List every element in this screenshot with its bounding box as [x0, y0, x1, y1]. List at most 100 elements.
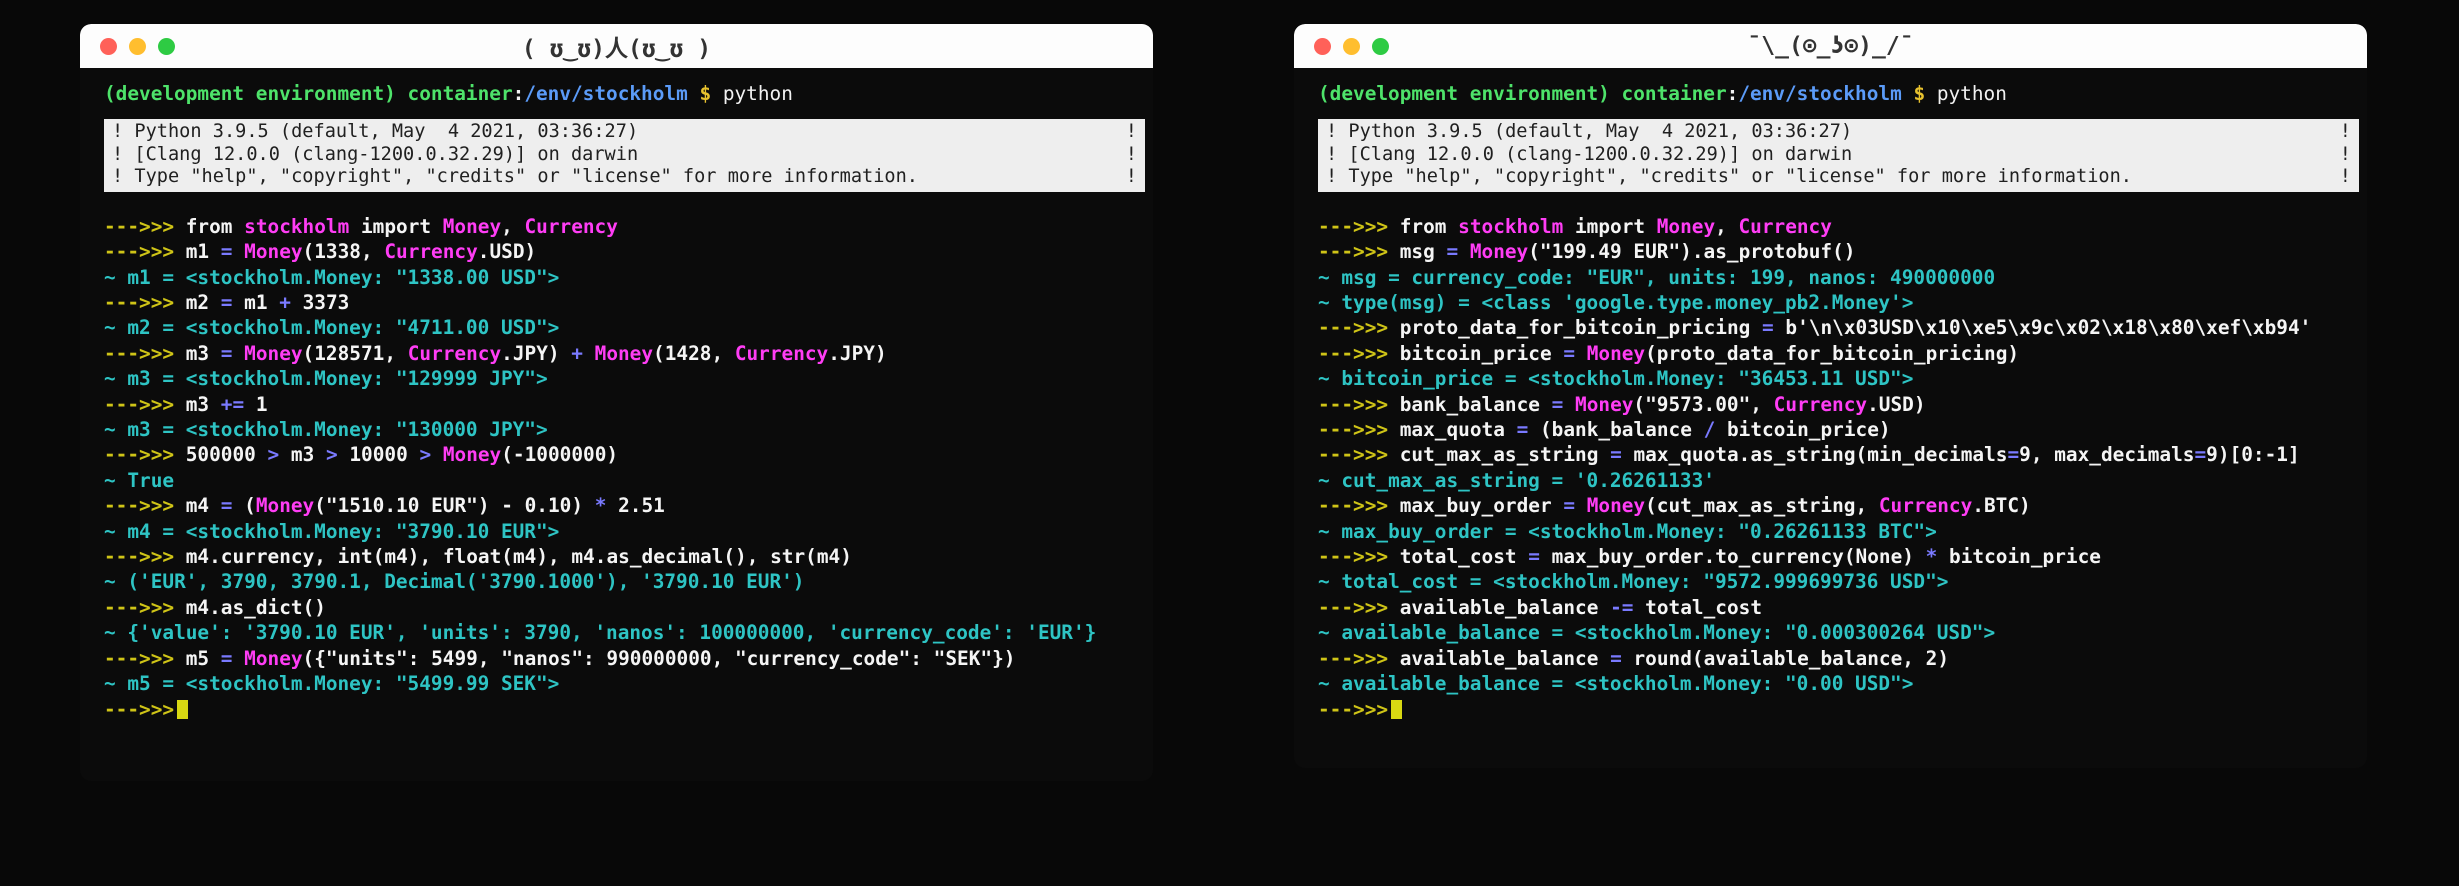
repl-input-line: --->>> available_balance = round(availab… [1318, 646, 1950, 670]
prompt-arrow: --->>> [1318, 443, 1389, 467]
terminal-screen-right[interactable]: (development environment) container:/env… [1294, 68, 2367, 768]
repl-input-line: --->>> max_buy_order = Money(cut_max_as_… [1318, 494, 2031, 518]
hostname-label: container [1621, 82, 1727, 105]
repl-output-line: ~ available_balance = <stockholm.Money: … [1318, 672, 1914, 696]
shell-prompt-line-left: (development environment) container:/env… [80, 81, 1153, 107]
text-cursor [177, 699, 189, 719]
output-tilde: ~ [1318, 570, 1330, 594]
repl-output-line: ~ ('EUR', 3790, 3790.1, Decimal('3790.10… [104, 570, 805, 594]
repl-cursor-line[interactable]: --->>> [1318, 697, 2367, 722]
repl-output-line: ~ max_buy_order = <stockholm.Money: "0.2… [1318, 519, 1937, 543]
output-tilde: ~ [1318, 367, 1330, 391]
repl-input-line: --->>> available_balance -= total_cost [1318, 595, 1763, 619]
banner-bang: ! [2339, 166, 2351, 188]
shell-command: python [722, 82, 793, 105]
banner-line: ! [Clang 12.0.0 (clang-1200.0.32.29)] on… [112, 143, 1137, 165]
prompt-arrow: --->>> [1318, 494, 1389, 518]
cwd-path: /env/stockholm [524, 82, 688, 105]
repl-input-line: --->>> m2 = m1 + 3373 [104, 291, 350, 314]
prompt-arrow: --->>> [1318, 214, 1389, 238]
prompt-arrow: --->>> [104, 646, 175, 670]
hostname-label: container [407, 82, 513, 105]
output-tilde: ~ [1318, 265, 1330, 289]
repl-output-line: ~ m3 = <stockholm.Money: "130000 JPY"> [104, 418, 548, 442]
cwd-path: /env/stockholm [1738, 82, 1902, 105]
repl-input-line: --->>> 500000 > m3 > 10000 > Money(-1000… [104, 443, 619, 467]
maximize-button[interactable] [158, 37, 175, 55]
dollar-sign: $ [1913, 82, 1926, 105]
repl-input-line: --->>> m4 = (Money("1510.10 EUR") - 0.10… [104, 494, 665, 518]
shell-command: python [1936, 82, 2007, 105]
repl-output-line: ~ m2 = <stockholm.Money: "4711.00 USD"> [104, 316, 560, 340]
traffic-lights-right [1314, 37, 1389, 55]
output-tilde: ~ [104, 672, 116, 696]
repl-output-line: ~ m4 = <stockholm.Money: "3790.10 EUR"> [104, 519, 560, 543]
banner-line: ! [Clang 12.0.0 (clang-1200.0.32.29)] on… [1326, 143, 2351, 165]
prompt-arrow: --->>> [1318, 697, 1389, 721]
output-tilde: ~ [104, 316, 116, 340]
prompt-colon: : [512, 82, 525, 105]
repl-input-line: --->>> proto_data_for_bitcoin_pricing = … [1318, 316, 2312, 340]
close-button[interactable] [100, 37, 117, 55]
prompt-arrow: --->>> [104, 443, 175, 467]
python-banner-right: ! Python 3.9.5 (default, May 4 2021, 03:… [1318, 119, 2359, 192]
output-tilde: ~ [104, 519, 116, 543]
titlebar-right[interactable]: ¯\_(⊙_ʖ⊙)_/¯ [1294, 24, 2367, 68]
repl-output-line: ~ m3 = <stockholm.Money: "129999 JPY"> [104, 367, 548, 391]
output-tilde: ~ [1318, 468, 1330, 492]
output-tilde: ~ [1318, 519, 1330, 543]
output-tilde: ~ [104, 570, 116, 594]
python-banner-left: ! Python 3.9.5 (default, May 4 2021, 03:… [104, 119, 1145, 192]
repl-input-line: --->>> m3 += 1 [104, 392, 268, 416]
banner-bang: ! [1125, 166, 1137, 188]
repl-input-line: --->>> max_quota = (bank_balance / bitco… [1318, 418, 1891, 442]
repl-input-line: --->>> msg = Money("199.49 EUR").as_prot… [1318, 240, 1856, 264]
prompt-arrow: --->>> [1318, 418, 1389, 442]
repl-input-line: --->>> from stockholm import Money, Curr… [1318, 214, 1832, 238]
output-tilde: ~ [104, 468, 116, 492]
minimize-button[interactable] [1343, 37, 1360, 55]
venv-label: (development environment) [104, 82, 396, 105]
prompt-arrow: --->>> [104, 494, 175, 518]
banner-line: ! Type "help", "copyright", "credits" or… [1326, 166, 2351, 188]
output-tilde: ~ [1318, 621, 1330, 645]
terminal-screen-left[interactable]: (development environment) container:/env… [80, 68, 1153, 781]
minimize-button[interactable] [129, 37, 146, 55]
banner-bang: ! [1125, 121, 1137, 142]
repl-input-line: --->>> m4.currency, int(m4), float(m4), … [104, 545, 852, 569]
terminal-window-right[interactable]: ¯\_(⊙_ʖ⊙)_/¯ (development environment) c… [1294, 24, 2367, 768]
output-tilde: ~ [1318, 672, 1330, 696]
window-title-right: ¯\_(⊙_ʖ⊙)_/¯ [1747, 33, 1914, 59]
terminal-window-left[interactable]: ( ʊ‿ʊ)人(ʊ‿ʊ ) (development environment) … [80, 24, 1153, 781]
repl-transcript-right: --->>> from stockholm import Money, Curr… [1294, 192, 2367, 722]
prompt-arrow: --->>> [104, 291, 175, 314]
window-title-left: ( ʊ‿ʊ)人(ʊ‿ʊ ) [521, 36, 712, 62]
repl-output-line: ~ total_cost = <stockholm.Money: "9572.9… [1318, 570, 1949, 594]
repl-input-line: --->>> m1 = Money(1338, Currency.USD) [104, 240, 537, 264]
prompt-arrow: --->>> [104, 240, 175, 264]
banner-bang: ! [2339, 121, 2351, 142]
prompt-arrow: --->>> [1318, 545, 1389, 569]
banner-bang: ! [1125, 143, 1137, 165]
maximize-button[interactable] [1372, 37, 1389, 55]
traffic-lights-left [100, 37, 175, 55]
repl-input-line: --->>> from stockholm import Money, Curr… [104, 214, 618, 238]
repl-output-line: ~ msg = currency_code: "EUR", units: 199… [1318, 265, 1996, 289]
close-button[interactable] [1314, 37, 1331, 55]
banner-line: ! Type "help", "copyright", "credits" or… [112, 166, 1137, 188]
output-tilde: ~ [104, 265, 116, 289]
prompt-arrow: --->>> [1318, 341, 1389, 365]
repl-output-line: ~ type(msg) = <class 'google.type.money_… [1318, 291, 1914, 314]
repl-input-line: --->>> m3 = Money(128571, Currency.JPY) … [104, 341, 887, 365]
repl-transcript-left: --->>> from stockholm import Money, Curr… [80, 192, 1153, 722]
titlebar-left[interactable]: ( ʊ‿ʊ)人(ʊ‿ʊ ) [80, 24, 1153, 68]
repl-input-line: --->>> total_cost = max_buy_order.to_cur… [1318, 545, 2101, 569]
dollar-sign: $ [699, 82, 712, 105]
repl-cursor-line[interactable]: --->>> [104, 697, 1153, 722]
prompt-arrow: --->>> [104, 697, 175, 721]
repl-output-line: ~ bitcoin_price = <stockholm.Money: "364… [1318, 367, 1914, 391]
repl-output-line: ~ m5 = <stockholm.Money: "5499.99 SEK"> [104, 672, 560, 696]
output-tilde: ~ [104, 367, 116, 391]
prompt-arrow: --->>> [1318, 392, 1389, 416]
prompt-arrow: --->>> [104, 392, 175, 416]
